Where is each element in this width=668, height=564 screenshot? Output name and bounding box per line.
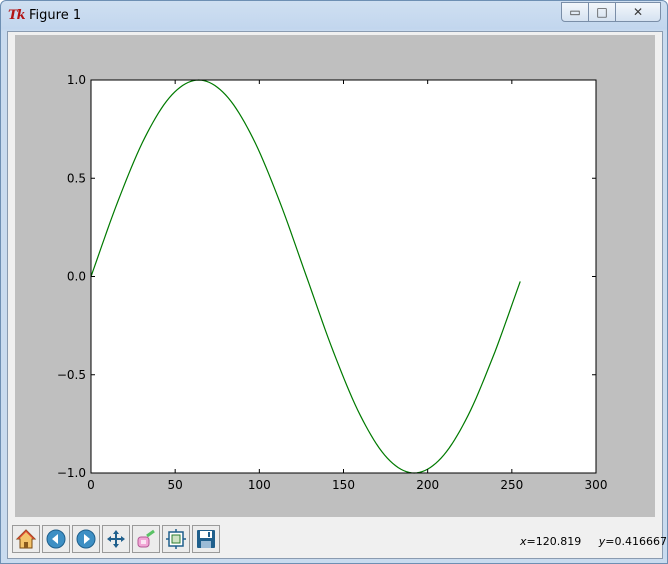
close-button[interactable]: ✕	[615, 2, 661, 22]
subplots-config-icon	[166, 529, 186, 549]
forward-arrow-icon	[76, 529, 96, 549]
window-controls: ▭ □ ✕	[561, 2, 661, 22]
y-coord-value: 0.416667	[614, 535, 667, 548]
plot-svg: 0 50 100 150 200 250 300 −1.0 −0.5 0.0 0.5 1.0	[57, 73, 608, 492]
minimize-button[interactable]: ▭	[561, 2, 589, 22]
zoom-button[interactable]	[132, 525, 160, 553]
pan-button[interactable]	[102, 525, 130, 553]
close-icon: ✕	[632, 5, 644, 19]
home-icon	[15, 529, 37, 549]
title-bar[interactable]: Tk Figure 1 ▭ □ ✕	[1, 1, 667, 31]
x-tick-label: 100	[248, 478, 271, 492]
x-tick-label: 150	[332, 478, 355, 492]
window-title: Figure 1	[29, 8, 82, 23]
y-tick-label: −1.0	[57, 466, 86, 480]
figure-canvas[interactable]: 0 50 100 150 200 250 300 −1.0 −0.5 0.0 0.5 1.0	[15, 35, 655, 517]
y-coord-label: y	[598, 535, 606, 548]
tk-feather-icon: Tk	[8, 8, 26, 23]
x-tick-label: 0	[87, 478, 95, 492]
navigation-toolbar: x=120.819 y=0.416667	[8, 519, 667, 558]
maximize-icon: □	[596, 5, 608, 19]
floppy-save-icon	[197, 530, 215, 548]
x-coord-value: 120.819	[535, 535, 582, 548]
forward-button[interactable]	[72, 525, 100, 553]
y-tick-label: 0.5	[67, 171, 86, 185]
maximize-button[interactable]: □	[588, 2, 616, 22]
axes-background	[91, 80, 596, 473]
x-tick-label: 200	[416, 478, 439, 492]
back-arrow-icon	[46, 529, 66, 549]
window-client-area: 0 50 100 150 200 250 300 −1.0 −0.5 0.0 0.5 1.0	[7, 31, 667, 559]
x-tick-label: 50	[168, 478, 183, 492]
cursor-coordinates: x=120.819 y=0.416667	[520, 535, 667, 548]
y-tick-label: −0.5	[57, 368, 86, 382]
back-button[interactable]	[42, 525, 70, 553]
y-tick-label: 1.0	[67, 73, 86, 87]
y-tick-label: 0.0	[67, 270, 86, 284]
home-button[interactable]	[12, 525, 40, 553]
figure-window: Tk Figure 1 ▭ □ ✕ 0 50 100 150 200 250 300 −1.0…	[0, 0, 668, 564]
minimize-icon: ▭	[569, 5, 581, 19]
save-button[interactable]	[192, 525, 220, 553]
x-tick-label: 250	[500, 478, 523, 492]
x-coord-label: x	[520, 535, 527, 548]
pan-arrows-icon	[107, 530, 125, 548]
x-tick-label: 300	[585, 478, 608, 492]
subplots-button[interactable]	[162, 525, 190, 553]
zoom-rect-icon	[137, 529, 155, 548]
